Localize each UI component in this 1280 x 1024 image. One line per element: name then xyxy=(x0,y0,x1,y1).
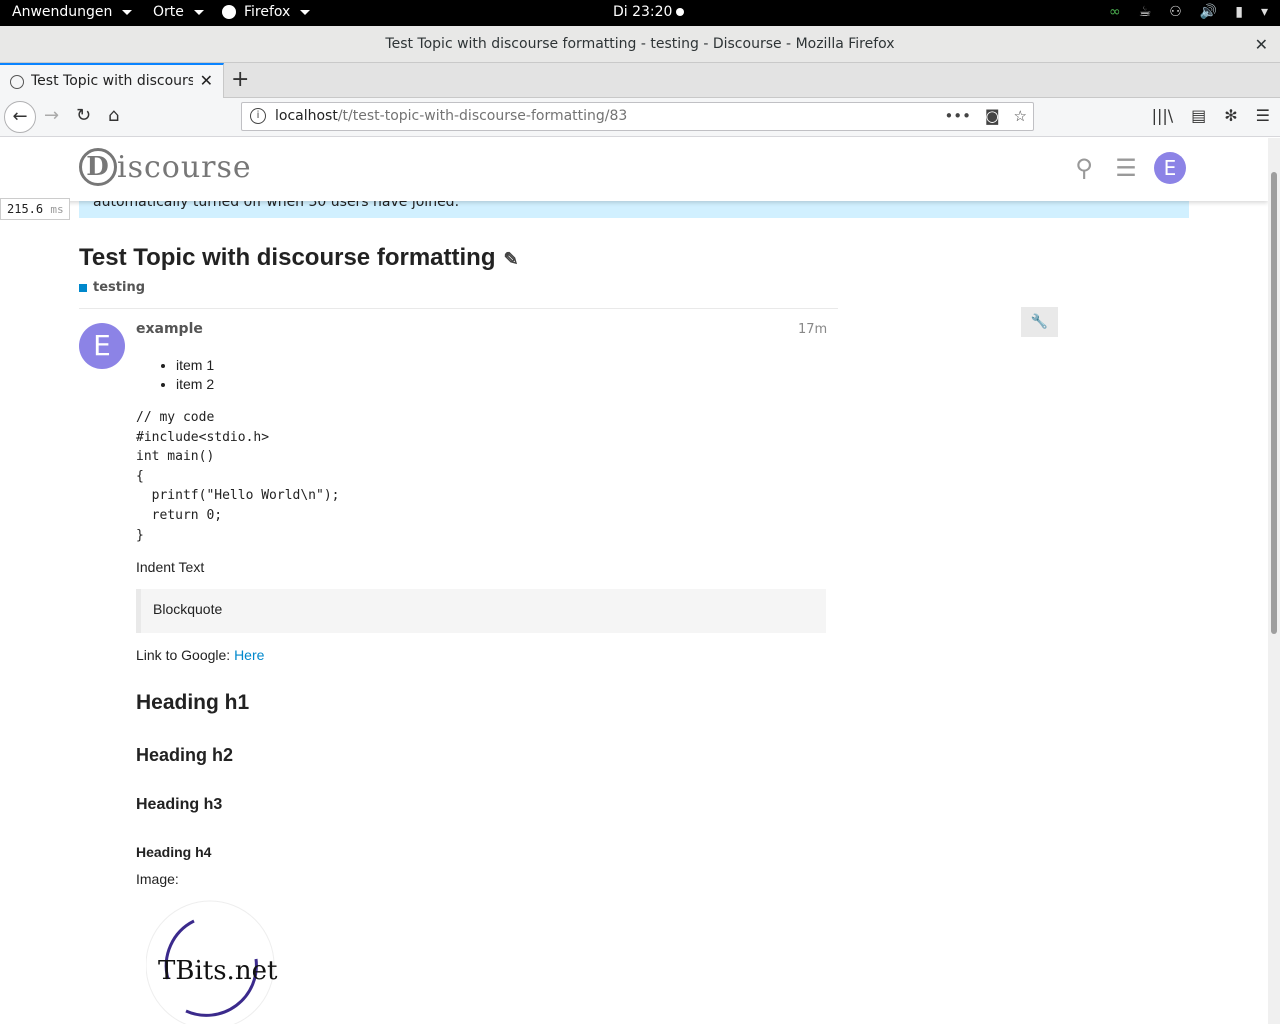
firefox-app-menu[interactable]: Firefox xyxy=(222,4,311,20)
reload-icon[interactable]: ↻ xyxy=(76,105,91,126)
category-name: testing xyxy=(93,280,145,295)
chevron-down-icon xyxy=(122,9,133,15)
coffee-icon[interactable]: ☕ xyxy=(1139,4,1152,20)
places-menu-label: Orte xyxy=(153,4,184,20)
url-bar[interactable]: i localhost/t/test-topic-with-discourse-… xyxy=(241,102,1034,131)
tab-close-icon[interactable]: ✕ xyxy=(200,71,213,90)
edit-pencil-icon[interactable]: ✎ xyxy=(503,249,518,269)
tbits-logo-text: TBits.net xyxy=(158,956,278,986)
post-timestamp[interactable]: 17m xyxy=(798,322,827,337)
title-divider xyxy=(79,308,838,309)
image-label: Image: xyxy=(136,871,179,888)
firefox-menu-label: Firefox xyxy=(244,4,291,20)
topic-title-text: Test Topic with discourse formatting xyxy=(79,244,496,271)
list-item: item 2 xyxy=(176,375,826,394)
discourse-logo[interactable]: D iscourse xyxy=(79,148,252,186)
blockquote: Blockquote xyxy=(136,589,826,634)
post-body: item 1 item 2 // my code #include<stdio.… xyxy=(136,356,826,1024)
hamburger-menu-icon[interactable]: ☰ xyxy=(1256,106,1270,125)
window-close-icon[interactable]: ✕ xyxy=(1255,26,1268,63)
navigation-toolbar: ← → ↻ ⌂ i localhost/t/test-topic-with-di… xyxy=(0,98,1280,137)
power-menu-icon[interactable]: ▾ xyxy=(1261,4,1268,20)
chevron-down-icon xyxy=(300,9,311,15)
profiler-badge[interactable]: 215.6 ms xyxy=(0,198,70,220)
bookmark-star-icon[interactable]: ☆ xyxy=(1014,107,1027,125)
url-path: /t/test-topic-with-discourse-formatting/… xyxy=(337,108,628,124)
scrollbar-thumb[interactable] xyxy=(1271,172,1277,634)
code-block: // my code #include<stdio.h> int main() … xyxy=(136,410,340,543)
list-item: item 1 xyxy=(176,356,826,375)
heading-h2: Heading h2 xyxy=(136,745,234,766)
page-actions-icon[interactable]: ••• xyxy=(944,107,971,125)
places-menu[interactable]: Orte xyxy=(153,4,204,20)
post-author-avatar[interactable]: E xyxy=(79,323,125,369)
google-link[interactable]: Here xyxy=(234,647,264,663)
applications-menu[interactable]: Anwendungen xyxy=(12,4,133,20)
library-icon[interactable]: |||\ xyxy=(1152,106,1174,125)
discourse-favicon-icon xyxy=(10,75,24,89)
user-avatar[interactable]: E xyxy=(1154,152,1186,184)
bullet-list: item 1 item 2 xyxy=(176,356,826,394)
browser-tab[interactable]: Test Topic with discourse formatting ✕ xyxy=(0,63,224,98)
heading-h4: Heading h4 xyxy=(136,844,212,861)
logo-bubble: D xyxy=(79,148,117,186)
chevron-down-icon xyxy=(193,9,204,15)
heading-h3: Heading h3 xyxy=(136,796,223,814)
battery-icon[interactable]: ▮ xyxy=(1235,4,1243,20)
tbits-logo-image: TBits.net xyxy=(146,900,278,1024)
heading-h1: Heading h1 xyxy=(136,691,250,715)
window-title-bar: Test Topic with discourse formatting - t… xyxy=(0,26,1280,63)
site-info-icon[interactable]: i xyxy=(250,108,266,124)
profiler-unit: ms xyxy=(50,203,64,216)
extension-icon[interactable]: ✻ xyxy=(1224,106,1237,125)
pocket-icon[interactable]: ◙ xyxy=(985,107,1000,125)
clock[interactable]: Di 23:20 xyxy=(613,4,685,20)
link-prefix: Link to Google: xyxy=(136,647,235,664)
indent-text: Indent Text xyxy=(136,559,205,576)
post-image[interactable]: TBits.net xyxy=(136,899,826,1024)
forward-arrow-icon[interactable]: → xyxy=(44,105,59,126)
search-icon[interactable]: ⚲ xyxy=(1070,154,1098,182)
clock-label: Di 23:20 xyxy=(613,4,673,20)
profiler-value: 215.6 xyxy=(7,202,44,216)
post-username[interactable]: example xyxy=(136,321,203,337)
home-icon[interactable]: ⌂ xyxy=(108,105,119,126)
new-tab-icon[interactable]: + xyxy=(231,67,249,92)
url-host: localhost xyxy=(275,108,338,124)
logo-text: iscourse xyxy=(117,149,252,185)
applications-menu-label: Anwendungen xyxy=(12,4,113,20)
category-color-square xyxy=(79,283,87,292)
tab-strip: Test Topic with discourse formatting ✕ + xyxy=(0,63,1280,98)
firefox-app-icon xyxy=(222,5,236,19)
system-top-bar: Anwendungen Orte Firefox Di 23:20 ∞ ☕ ⚇ … xyxy=(0,0,1280,26)
window-title: Test Topic with discourse formatting - t… xyxy=(385,36,895,52)
volume-icon[interactable]: 🔊 xyxy=(1200,4,1217,20)
page-scrollbar[interactable] xyxy=(1268,138,1280,1024)
topic-title: Test Topic with discourse formatting ✎ xyxy=(79,244,519,272)
category-badge[interactable]: testing xyxy=(79,280,145,295)
url-text: localhost/t/test-topic-with-discourse-fo… xyxy=(275,108,627,124)
discourse-header: D iscourse ⚲ ☰ E xyxy=(0,138,1268,201)
link-line: Link to Google: Here xyxy=(136,647,826,663)
sidebar-icon[interactable]: ▤ xyxy=(1191,106,1206,125)
network-icon[interactable]: ⚇ xyxy=(1169,4,1182,20)
system-tray: ∞ ☕ ⚇ 🔊 ▮ ▾ xyxy=(1109,4,1268,20)
back-arrow-icon[interactable]: ← xyxy=(4,101,36,133)
tab-label: Test Topic with discourse formatting xyxy=(31,73,193,89)
admin-wrench-button[interactable]: 🔧 xyxy=(1021,307,1058,337)
hamburger-menu-icon[interactable]: ☰ xyxy=(1112,154,1140,182)
notification-dot-icon xyxy=(676,8,685,16)
page-viewport: automatically turned off when 30 users h… xyxy=(0,138,1268,1024)
network-activity-icon[interactable]: ∞ xyxy=(1109,4,1121,20)
wrench-icon: 🔧 xyxy=(1030,314,1049,330)
